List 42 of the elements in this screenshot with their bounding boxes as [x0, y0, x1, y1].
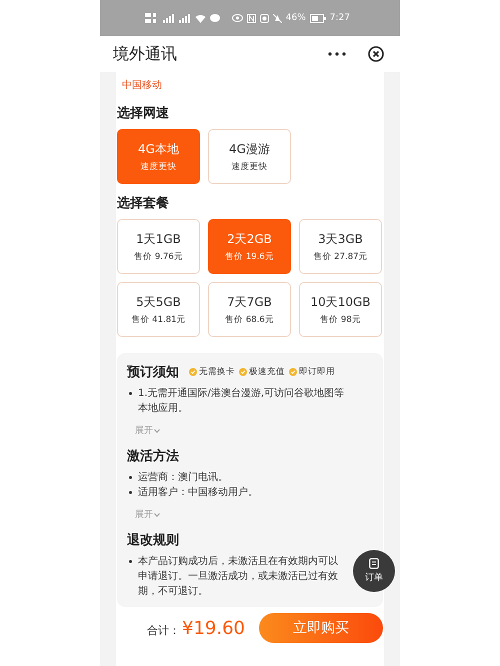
chevron-icon: [154, 512, 160, 516]
check-dot-icon: [289, 368, 297, 376]
plan-option[interactable]: 10天10GB 售价 98元: [299, 282, 382, 337]
signal-icon: [163, 14, 175, 22]
plan-option[interactable]: 5天5GB 售价 41.81元: [117, 282, 200, 337]
carrier-label: 中国移动: [121, 78, 163, 93]
check-dot-icon: [239, 368, 247, 376]
plan-option[interactable]: 3天3GB 售价 27.87元: [299, 219, 382, 274]
close-icon[interactable]: [368, 46, 384, 62]
bullet-icon: [129, 392, 132, 395]
bullet-text: 1.无需开通国际/港澳台漫游,可访问谷歌地图等本地应用。: [138, 386, 346, 416]
clock-time: 7:27: [330, 13, 350, 23]
section-title: 退改规则: [127, 532, 179, 549]
section-heading: 选择套餐: [117, 195, 170, 212]
page-title: 境外通讯: [113, 44, 177, 64]
section-heading: 选择网速: [117, 105, 170, 122]
section-title: 预订须知: [127, 364, 179, 381]
total-label: 合计：: [147, 622, 180, 638]
speed-option[interactable]: 4G漫游 速度更快: [208, 129, 291, 184]
section-title: 激活方法: [127, 448, 179, 465]
bullet-text: 本产品订购成功后，未激活且在有效期内可以申请退订。一旦激活成功，或未激活已过有效期，不可退订。: [138, 554, 339, 599]
eye-icon: [232, 14, 243, 22]
plan-option[interactable]: 1天1GB 售价 9.76元: [117, 219, 200, 274]
wifi-icon: [195, 14, 206, 22]
feature-tag: 无需换卡: [199, 366, 235, 378]
feature-tag: 即订即用: [299, 366, 335, 378]
plan-option[interactable]: 7天7GB 售价 68.6元: [208, 282, 291, 337]
battery-level: 46%: [286, 13, 306, 23]
chevron-icon: [154, 428, 160, 432]
check-dot-icon: [189, 368, 197, 376]
bullet-text: 运营商：澳门电讯。: [138, 470, 228, 485]
total-price: ¥19.60: [182, 618, 245, 638]
feature-tag: 极速充值: [249, 366, 285, 378]
nfc-icon: [246, 14, 256, 22]
bullet-icon: [129, 476, 132, 479]
receipt-icon: [369, 558, 379, 569]
bullet-icon: [129, 560, 132, 563]
bullet-text: 适用客户：中国移动用户。: [138, 486, 258, 500]
signal-icon: [179, 14, 191, 22]
bullet-icon: [129, 491, 132, 494]
battery-icon: [310, 14, 326, 22]
more-icon[interactable]: [328, 52, 346, 56]
